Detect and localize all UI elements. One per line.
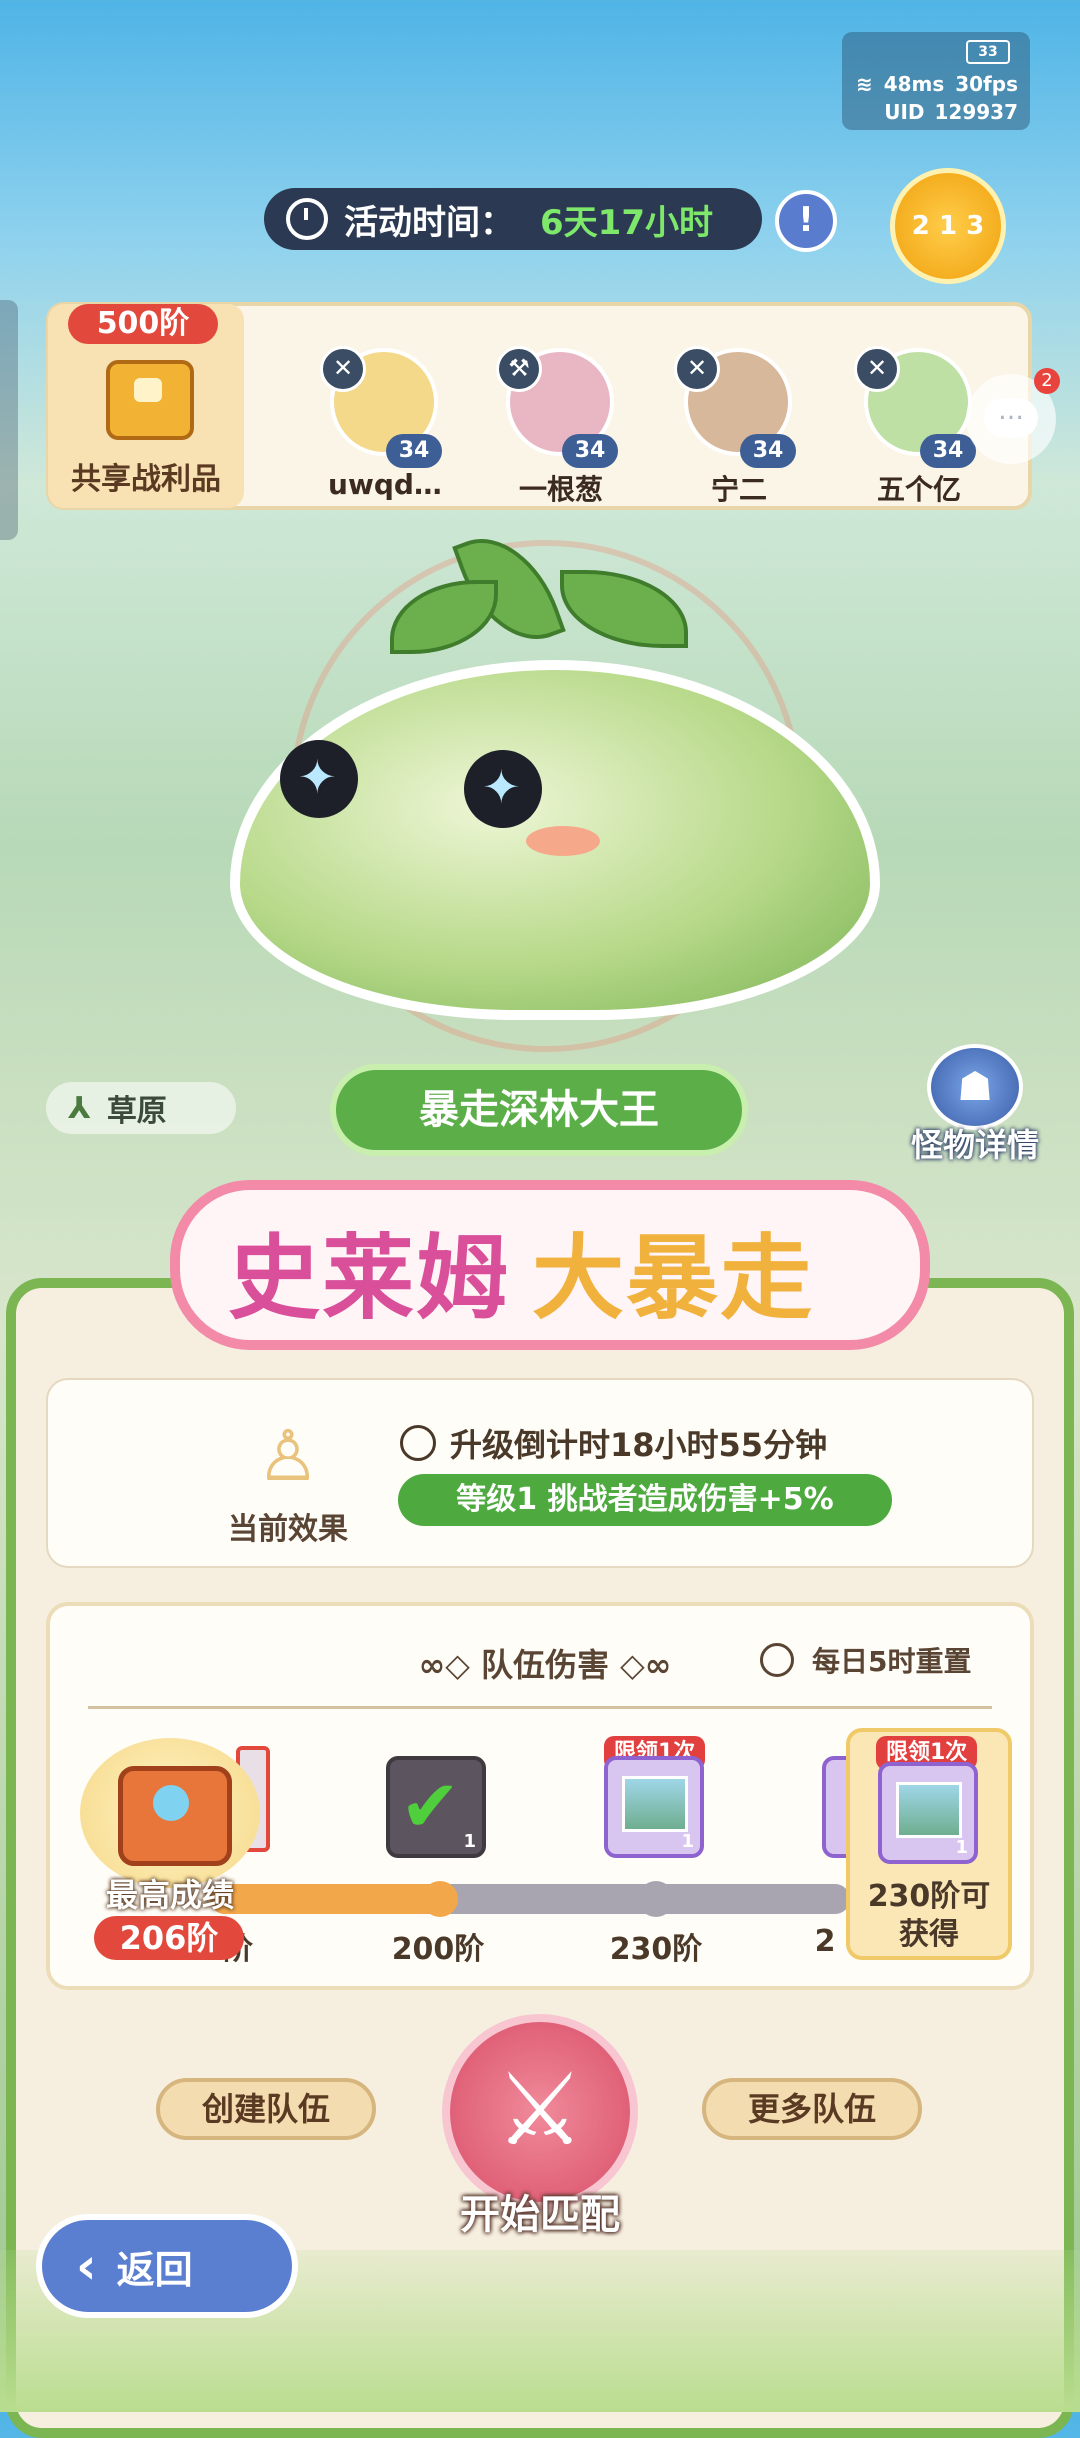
unread-badge: 2 bbox=[1034, 368, 1060, 394]
daily-reset-text: 每日5时重置 bbox=[812, 1645, 972, 1678]
reward-count: 1 bbox=[681, 1831, 694, 1852]
chat-button[interactable]: … 2 bbox=[966, 368, 1060, 464]
ping-value: 48ms bbox=[883, 72, 945, 96]
next-reward-line2: 获得 bbox=[899, 1917, 959, 1952]
ornament-left-icon: ∞◇ bbox=[418, 1646, 481, 1684]
next-reward-text: 230阶可 获得 bbox=[850, 1878, 1008, 1954]
back-label: 返回 bbox=[116, 2247, 193, 2292]
event-timer: 活动时间： 6天17小时 bbox=[264, 188, 762, 250]
buff-figure-icon: ♙ bbox=[256, 1415, 320, 1497]
countdown-text: 升级倒计时18小时55分钟 bbox=[450, 1426, 828, 1464]
team-member-3[interactable]: ✕ 34 宁二 bbox=[674, 304, 804, 506]
reward-item-230[interactable]: 1 bbox=[604, 1756, 704, 1858]
member-level: 34 bbox=[562, 434, 618, 468]
banner-title-part2: 大暴走 bbox=[532, 1225, 815, 1332]
uid-value: 129937 bbox=[934, 100, 1019, 124]
reward-count: 1 bbox=[955, 1837, 968, 1858]
picture-icon bbox=[896, 1782, 962, 1838]
wrench-icon: ⚒ bbox=[496, 346, 542, 392]
back-arrow-icon: ‹ bbox=[76, 2237, 97, 2295]
boss-eye bbox=[464, 750, 542, 828]
clock-icon bbox=[286, 198, 328, 240]
next-reward-card[interactable]: 限领1次 1 230阶可 获得 bbox=[846, 1728, 1012, 1960]
podium-icon: 2 1 3 bbox=[911, 211, 985, 241]
current-effect-label: 当前效果 bbox=[228, 1512, 348, 1547]
crossed-swords-icon: ⚔ bbox=[495, 2051, 585, 2168]
event-title-banner: 史莱姆 大暴走 bbox=[170, 1180, 930, 1350]
best-score-value: 206阶 bbox=[94, 1916, 244, 1960]
team-member-1[interactable]: ✕ 34 uwqd… bbox=[320, 304, 450, 504]
chat-bubble-icon: … bbox=[984, 398, 1038, 438]
clock-icon bbox=[760, 1643, 794, 1677]
start-match-label: 开始匹配 bbox=[460, 2192, 620, 2238]
member-name: uwqd… bbox=[328, 468, 442, 501]
status-hud: 33 ≋ 48ms 30fps UID 129937 bbox=[842, 32, 1030, 130]
fps-value: 30fps bbox=[955, 72, 1018, 96]
member-level: 34 bbox=[920, 434, 976, 468]
best-score-chest[interactable] bbox=[80, 1738, 260, 1888]
sword-cross-icon: ✕ bbox=[674, 346, 720, 392]
team-member-4[interactable]: ✕ 34 五个亿 bbox=[854, 304, 984, 506]
tier-label-next: 2 bbox=[814, 1924, 836, 1959]
check-icon: ✔ bbox=[400, 1764, 461, 1848]
next-reward-line1: 230阶可 bbox=[867, 1879, 991, 1914]
divider bbox=[88, 1706, 992, 1709]
sword-cross-icon: ✕ bbox=[854, 346, 900, 392]
ranking-button[interactable]: 2 1 3 bbox=[890, 168, 1006, 284]
progress-node-200 bbox=[422, 1881, 458, 1917]
team-damage-title: ∞◇ 队伍伤害 ◇∞ bbox=[380, 1640, 710, 1686]
upgrade-countdown: 升级倒计时18小时55分钟 bbox=[400, 1420, 827, 1466]
treasure-chest-icon bbox=[106, 360, 194, 440]
member-level: 34 bbox=[740, 434, 796, 468]
wifi-icon: ≋ bbox=[856, 72, 873, 96]
current-effect-card: ♙ 当前效果 升级倒计时18小时55分钟 等级1 挑战者造成伤害+5% bbox=[46, 1378, 1034, 1568]
tier-label-230: 230阶 bbox=[609, 1932, 703, 1967]
treasure-chest-icon bbox=[118, 1766, 232, 1866]
team-member-2[interactable]: ⚒ 34 一根葱 bbox=[496, 304, 626, 506]
shared-loot-tier-badge: 500阶 bbox=[68, 304, 218, 344]
shared-loot-button[interactable]: 500阶 共享战利品 bbox=[48, 304, 244, 508]
monster-detail-button[interactable]: ☗ 怪物详情 bbox=[900, 1044, 1050, 1164]
shared-loot-label: 共享战利品 bbox=[71, 462, 221, 497]
boss-blush bbox=[526, 826, 600, 856]
boss-name-plate: 暴走深林大王 bbox=[330, 1064, 748, 1156]
battery-icon: 33 bbox=[966, 40, 1010, 64]
member-name: 宁二 bbox=[710, 473, 767, 506]
member-name: 一根葱 bbox=[518, 473, 603, 506]
sword-cross-icon: ✕ bbox=[320, 346, 366, 392]
more-teams-button[interactable]: 更多队伍 bbox=[702, 2078, 922, 2140]
banner-title-part1: 史莱姆 bbox=[228, 1225, 511, 1332]
grass-icon: ⅄ bbox=[68, 1090, 91, 1126]
side-drawer-tab[interactable] bbox=[0, 300, 18, 540]
reward-item-200[interactable]: ✔ 1 bbox=[386, 1756, 486, 1858]
uid-label: UID bbox=[884, 100, 925, 124]
create-team-button[interactable]: 创建队伍 bbox=[156, 2078, 376, 2140]
picture-reward: 1 bbox=[878, 1762, 978, 1864]
team-damage-title-text: 队伍伤害 bbox=[480, 1646, 609, 1684]
event-time-value: 6天17小时 bbox=[540, 202, 713, 243]
back-button[interactable]: ‹ 返回 bbox=[36, 2214, 298, 2318]
monster-detail-label: 怪物详情 bbox=[910, 1126, 1039, 1164]
picture-icon bbox=[622, 1776, 688, 1832]
boss-eye bbox=[280, 740, 358, 818]
clock-icon bbox=[400, 1425, 436, 1461]
member-level: 34 bbox=[386, 434, 442, 468]
buff-badge: 等级1 挑战者造成伤害+5% bbox=[398, 1474, 892, 1526]
progress-node-230 bbox=[638, 1881, 674, 1917]
start-match-button[interactable]: ⚔ bbox=[442, 2014, 638, 2210]
member-name: 五个亿 bbox=[876, 473, 961, 506]
terrain-label: 草原 bbox=[106, 1094, 167, 1129]
reward-count: 1 bbox=[463, 1831, 476, 1852]
ornament-right-icon: ◇∞ bbox=[609, 1646, 672, 1684]
best-score-label: 最高成绩 bbox=[105, 1876, 234, 1914]
event-info-button[interactable]: ! bbox=[775, 190, 837, 252]
tier-label-200: 200阶 bbox=[391, 1932, 485, 1967]
terrain-tag: ⅄ 草原 bbox=[46, 1082, 236, 1134]
daily-reset-info: 每日5时重置 bbox=[760, 1640, 971, 1680]
event-time-label: 活动时间： bbox=[344, 202, 514, 243]
monster-icon: ☗ bbox=[927, 1044, 1023, 1130]
book-icon: ! bbox=[798, 200, 814, 240]
